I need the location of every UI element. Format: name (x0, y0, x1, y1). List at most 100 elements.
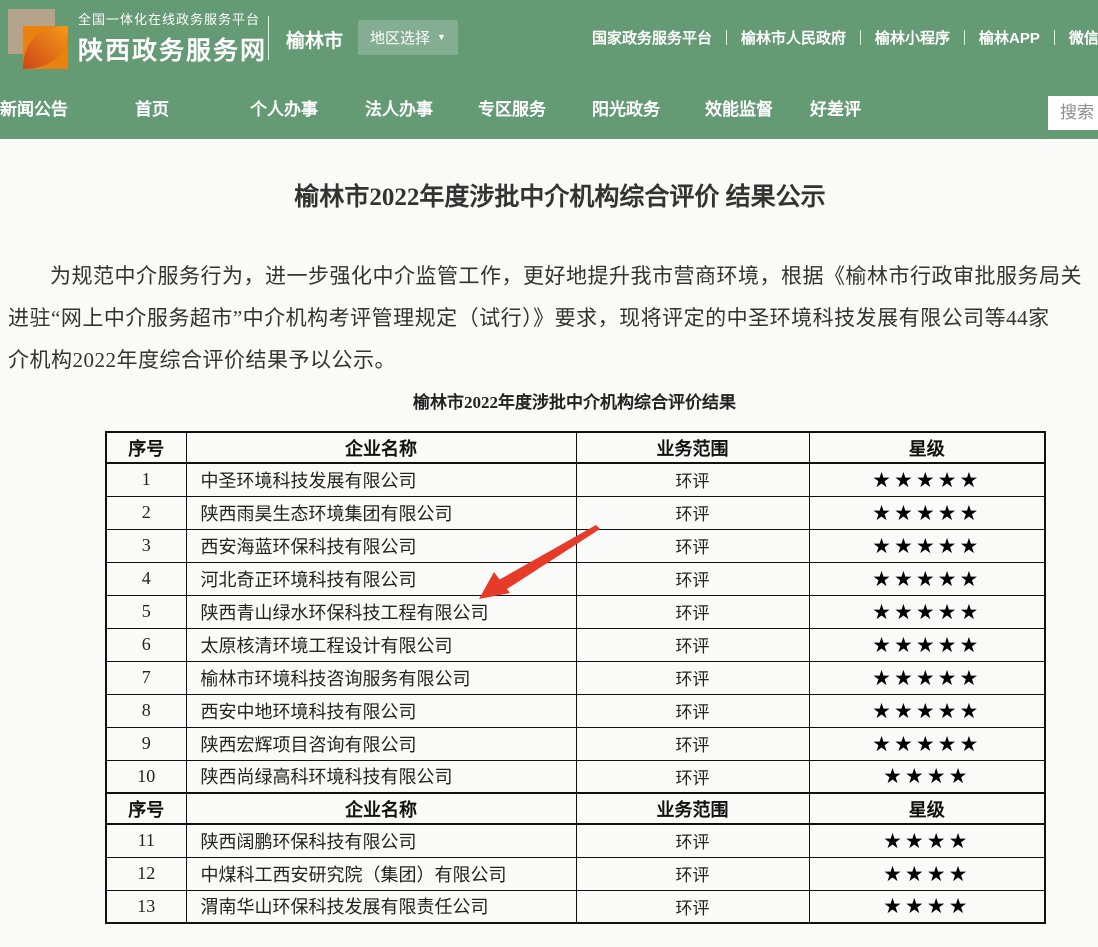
company-name: 陕西阔鹏环保科技有限公司 (186, 824, 576, 857)
table-row: 11陕西阔鹏环保科技有限公司环评★★★★ (106, 824, 1045, 857)
nav-item-新闻公告[interactable]: 新闻公告 (0, 75, 68, 139)
column-header: 星级 (809, 432, 1045, 463)
nav-item-阳光政务[interactable]: 阳光政务 (592, 75, 660, 139)
nav-item-好差评[interactable]: 好差评 (810, 75, 861, 139)
table-row: 8西安中地环境科技有限公司环评★★★★★ (106, 694, 1045, 727)
row-number: 3 (106, 529, 186, 562)
current-city-label: 榆林市 (286, 26, 343, 53)
site-logo[interactable] (8, 6, 72, 70)
table-caption: 榆林市2022年度涉批中介机构综合评价结果 (105, 391, 1044, 415)
table-row: 9陕西宏辉项目咨询有限公司环评★★★★★ (106, 727, 1045, 760)
company-name: 西安海蓝环保科技有限公司 (186, 529, 576, 562)
search-box[interactable] (1048, 96, 1098, 130)
star-rating: ★★★★★ (809, 529, 1045, 562)
column-header: 业务范围 (576, 432, 809, 463)
star-rating: ★★★★★ (809, 628, 1045, 661)
column-header: 业务范围 (576, 793, 809, 824)
table-row: 2陕西雨昊生态环境集团有限公司环评★★★★★ (106, 496, 1045, 529)
region-selector-label: 地区选择 (370, 27, 430, 48)
header-link[interactable]: 榆林市人民政府 (727, 27, 860, 48)
star-rating: ★★★★★ (809, 463, 1045, 496)
business-scope: 环评 (576, 463, 809, 496)
business-scope: 环评 (576, 694, 809, 727)
row-number: 13 (106, 890, 186, 923)
announcement-paragraph-line: 介机构2022年度综合评价结果予以公示。 (8, 339, 1098, 381)
announcement-paragraph-line: 进驻“网上中介服务超市”中介机构考评管理规定（试行）》要求，现将评定的中圣环境科… (8, 297, 1098, 339)
company-name: 中圣环境科技发展有限公司 (186, 463, 576, 496)
table-row: 6太原核清环境工程设计有限公司环评★★★★★ (106, 628, 1045, 661)
star-rating: ★★★★★ (809, 496, 1045, 529)
header-links: 国家政务服务平台榆林市人民政府榆林小程序榆林APP微信公众号注册 (578, 0, 1098, 75)
nav-item-首页[interactable]: 首页 (135, 75, 169, 139)
table-row: 5陕西青山绿水环保科技工程有限公司环评★★★★★ (106, 595, 1045, 628)
row-number: 12 (106, 857, 186, 890)
nav-item-个人办事[interactable]: 个人办事 (250, 75, 318, 139)
business-scope: 环评 (576, 562, 809, 595)
chevron-down-icon: ▼ (437, 33, 446, 42)
column-header: 企业名称 (186, 432, 576, 463)
business-scope: 环评 (576, 496, 809, 529)
row-number: 1 (106, 463, 186, 496)
platform-subtitle: 全国一体化在线政务服务平台 (78, 9, 267, 28)
site-title: 陕西政务服务网 (78, 31, 267, 67)
table-row: 13渭南华山环保科技发展有限责任公司环评★★★★ (106, 890, 1045, 923)
business-scope: 环评 (576, 760, 809, 793)
business-scope: 环评 (576, 595, 809, 628)
business-scope: 环评 (576, 628, 809, 661)
main-navigation: 首页 个人办事法人办事专区服务阳光政务效能监督好差评 新闻公告 (0, 75, 1098, 139)
announcement-paragraph-line: 为规范中介服务行为，进一步强化中介监管工作，更好地提升我市营商环境，根据《榆林市… (8, 255, 1098, 297)
row-number: 5 (106, 595, 186, 628)
nav-item-法人办事[interactable]: 法人办事 (365, 75, 433, 139)
header-link[interactable]: 榆林APP (965, 27, 1054, 48)
company-name: 陕西宏辉项目咨询有限公司 (186, 727, 576, 760)
table-header-row: 序号企业名称业务范围星级 (106, 793, 1045, 824)
star-rating: ★★★★★ (809, 661, 1045, 694)
table-row: 1中圣环境科技发展有限公司环评★★★★★ (106, 463, 1045, 496)
table-row: 7榆林市环境科技咨询服务有限公司环评★★★★★ (106, 661, 1045, 694)
business-scope: 环评 (576, 890, 809, 923)
announcement-document: 榆林市2022年度涉批中介机构综合评价 结果公示 为规范中介服务行为，进一步强化… (8, 139, 1098, 924)
row-number: 4 (106, 562, 186, 595)
star-rating: ★★★★ (809, 890, 1045, 923)
company-name: 西安中地环境科技有限公司 (186, 694, 576, 727)
table-row: 4河北奇正环境科技有限公司环评★★★★★ (106, 562, 1045, 595)
company-name: 渭南华山环保科技发展有限责任公司 (186, 890, 576, 923)
company-name: 榆林市环境科技咨询服务有限公司 (186, 661, 576, 694)
table-row: 12中煤科工西安研究院（集团）有限公司环评★★★★ (106, 857, 1045, 890)
company-name: 陕西青山绿水环保科技工程有限公司 (186, 595, 576, 628)
company-name: 河北奇正环境科技有限公司 (186, 562, 576, 595)
business-scope: 环评 (576, 857, 809, 890)
row-number: 9 (106, 727, 186, 760)
row-number: 11 (106, 824, 186, 857)
brand-divider (268, 16, 269, 60)
company-name: 中煤科工西安研究院（集团）有限公司 (186, 857, 576, 890)
search-input[interactable] (1048, 96, 1098, 130)
business-scope: 环评 (576, 727, 809, 760)
company-name: 太原核清环境工程设计有限公司 (186, 628, 576, 661)
business-scope: 环评 (576, 824, 809, 857)
table-header-row: 序号企业名称业务范围星级 (106, 432, 1045, 463)
region-selector-button[interactable]: 地区选择 ▼ (358, 20, 458, 55)
business-scope: 环评 (576, 529, 809, 562)
row-number: 10 (106, 760, 186, 793)
header-link[interactable]: 微信公众号 (1055, 27, 1098, 48)
company-name: 陕西雨昊生态环境集团有限公司 (186, 496, 576, 529)
nav-item-效能监督[interactable]: 效能监督 (705, 75, 773, 139)
site-brand: 全国一体化在线政务服务平台 陕西政务服务网 (78, 9, 267, 67)
star-rating: ★★★★★ (809, 727, 1045, 760)
star-rating: ★★★★ (809, 824, 1045, 857)
column-header: 序号 (106, 793, 186, 824)
page-title: 榆林市2022年度涉批中介机构综合评价 结果公示 (8, 181, 1098, 215)
company-name: 陕西尚绿高科环境科技有限公司 (186, 760, 576, 793)
column-header: 序号 (106, 432, 186, 463)
column-header: 企业名称 (186, 793, 576, 824)
row-number: 6 (106, 628, 186, 661)
results-table: 序号企业名称业务范围星级1中圣环境科技发展有限公司环评★★★★★2陕西雨昊生态环… (105, 431, 1046, 924)
star-rating: ★★★★★ (809, 595, 1045, 628)
top-header-bar: 全国一体化在线政务服务平台 陕西政务服务网 榆林市 地区选择 ▼ 国家政务服务平… (0, 0, 1098, 75)
table-row: 3西安海蓝环保科技有限公司环评★★★★★ (106, 529, 1045, 562)
nav-item-专区服务[interactable]: 专区服务 (478, 75, 546, 139)
header-link[interactable]: 榆林小程序 (861, 27, 964, 48)
header-link[interactable]: 国家政务服务平台 (578, 27, 726, 48)
star-rating: ★★★★ (809, 857, 1045, 890)
